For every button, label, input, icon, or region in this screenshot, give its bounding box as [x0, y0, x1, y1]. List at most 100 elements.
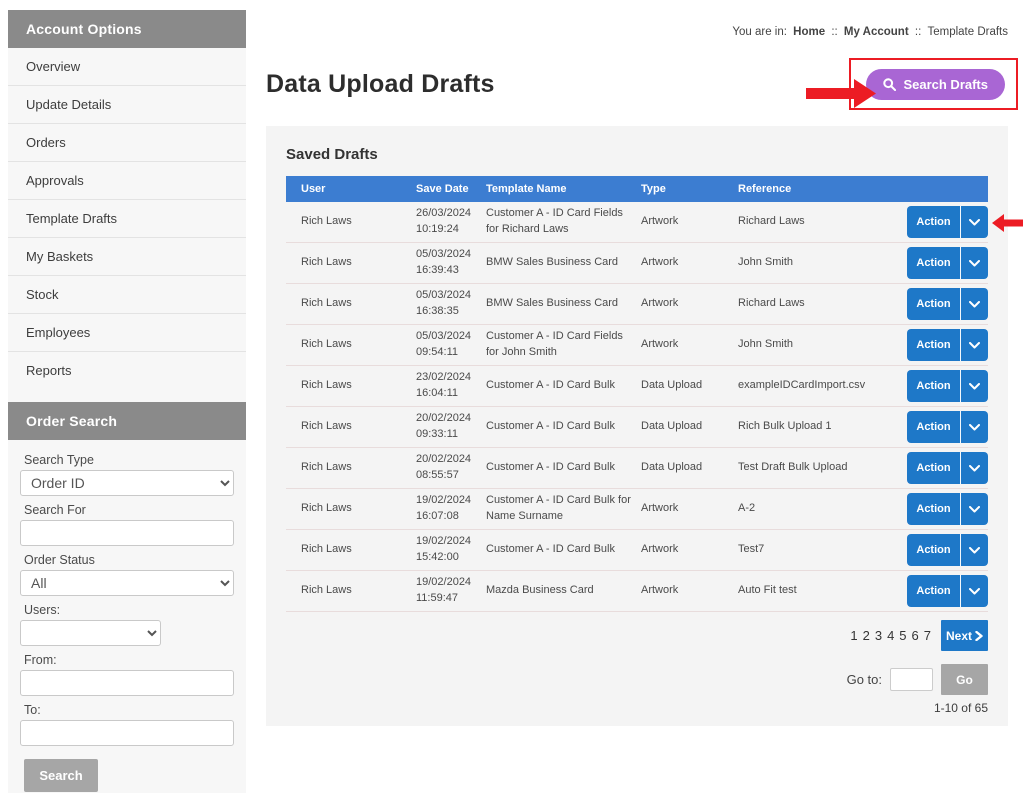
col-header-type: Type — [641, 183, 738, 195]
cell-user: Rich Laws — [286, 419, 416, 435]
breadcrumb-prefix: You are in: — [732, 26, 787, 38]
cell-reference: Richard Laws — [738, 214, 907, 230]
page-number-7[interactable]: 7 — [924, 628, 931, 643]
search-drafts-button[interactable]: Search Drafts — [866, 69, 1005, 100]
to-input[interactable] — [20, 720, 234, 746]
action-dropdown-toggle[interactable] — [961, 370, 988, 402]
page-number-3[interactable]: 3 — [875, 628, 882, 643]
users-select[interactable] — [20, 620, 161, 646]
go-button[interactable]: Go — [941, 664, 988, 695]
cell-save-date: 19/02/2024 15:42:00 — [416, 534, 486, 566]
sidebar-item-stock[interactable]: Stock — [8, 276, 246, 314]
cell-save-date: 20/02/2024 08:55:57 — [416, 452, 486, 484]
cell-type: Artwork — [641, 542, 738, 558]
account-options-header: Account Options — [8, 10, 246, 48]
action-button[interactable]: Action — [907, 247, 961, 279]
from-label: From: — [24, 653, 234, 667]
search-icon — [883, 78, 896, 91]
action-dropdown-toggle[interactable] — [961, 493, 988, 525]
action-dropdown-toggle[interactable] — [961, 288, 988, 320]
chevron-down-icon — [969, 465, 980, 472]
action-split-button: Action — [907, 493, 988, 525]
cell-actions: Action — [907, 370, 988, 402]
sidebar-item-update-details[interactable]: Update Details — [8, 86, 246, 124]
page-numbers: 1234567 — [850, 628, 931, 643]
order-search-button[interactable]: Search — [24, 759, 98, 792]
action-dropdown-toggle[interactable] — [961, 247, 988, 279]
action-dropdown-toggle[interactable] — [961, 534, 988, 566]
cell-template-name: Customer A - ID Card Bulk — [486, 460, 641, 476]
next-page-button[interactable]: Next — [941, 620, 988, 651]
cell-user: Rich Laws — [286, 337, 416, 353]
page-number-4[interactable]: 4 — [887, 628, 894, 643]
table-row: Rich Laws 05/03/2024 16:39:43 BMW Sales … — [286, 243, 988, 284]
cell-actions: Action — [907, 247, 988, 279]
action-button[interactable]: Action — [907, 452, 961, 484]
cell-save-date: 20/02/2024 09:33:11 — [416, 411, 486, 443]
cell-save-date: 26/03/2024 10:19:24 — [416, 206, 486, 238]
order-status-select[interactable]: All — [20, 570, 234, 596]
goto-page-input[interactable] — [890, 668, 933, 691]
page-number-6[interactable]: 6 — [912, 628, 919, 643]
search-for-input[interactable] — [20, 520, 234, 546]
sidebar-item-template-drafts[interactable]: Template Drafts — [8, 200, 246, 238]
action-button[interactable]: Action — [907, 575, 961, 607]
col-header-template-name: Template Name — [486, 183, 641, 195]
cell-actions: Action — [907, 288, 988, 320]
search-type-label: Search Type — [24, 453, 234, 467]
saved-drafts-card: Saved Drafts User Save Date Template Nam… — [266, 126, 1008, 726]
cell-save-date: 05/03/2024 16:39:43 — [416, 247, 486, 279]
action-dropdown-toggle[interactable] — [961, 452, 988, 484]
breadcrumb-separator: :: — [915, 26, 921, 38]
action-dropdown-toggle[interactable] — [961, 206, 988, 238]
sidebar-item-overview[interactable]: Overview — [8, 48, 246, 86]
page-title: Data Upload Drafts — [266, 70, 495, 99]
action-dropdown-toggle[interactable] — [961, 329, 988, 361]
cell-save-date: 05/03/2024 09:54:11 — [416, 329, 486, 361]
page-number-2[interactable]: 2 — [863, 628, 870, 643]
table-row: Rich Laws 26/03/2024 10:19:24 Customer A… — [286, 202, 988, 243]
cell-save-date: 05/03/2024 16:38:35 — [416, 288, 486, 320]
action-button[interactable]: Action — [907, 288, 961, 320]
sidebar-item-employees[interactable]: Employees — [8, 314, 246, 352]
search-type-select[interactable]: Order ID — [20, 470, 234, 496]
action-button[interactable]: Action — [907, 534, 961, 566]
action-button[interactable]: Action — [907, 493, 961, 525]
cell-type: Artwork — [641, 255, 738, 271]
action-dropdown-toggle[interactable] — [961, 575, 988, 607]
page-number-5[interactable]: 5 — [899, 628, 906, 643]
action-dropdown-toggle[interactable] — [961, 411, 988, 443]
sidebar-item-my-baskets[interactable]: My Baskets — [8, 238, 246, 276]
chevron-down-icon — [969, 506, 980, 513]
action-split-button: Action — [907, 411, 988, 443]
cell-actions: Action — [907, 329, 988, 361]
search-for-label: Search For — [24, 503, 234, 517]
from-input[interactable] — [20, 670, 234, 696]
order-status-label: Order Status — [24, 553, 234, 567]
breadcrumb-home-link[interactable]: Home — [793, 26, 825, 38]
page: Account Options OverviewUpdate DetailsOr… — [0, 0, 1024, 793]
cell-template-name: Customer A - ID Card Bulk — [486, 542, 641, 558]
sidebar-item-reports[interactable]: Reports — [8, 352, 246, 390]
cell-user: Rich Laws — [286, 296, 416, 312]
cell-reference: Rich Bulk Upload 1 — [738, 419, 907, 435]
action-split-button: Action — [907, 329, 988, 361]
table-row: Rich Laws 19/02/2024 11:59:47 Mazda Busi… — [286, 571, 988, 612]
cell-reference: Test7 — [738, 542, 907, 558]
action-button[interactable]: Action — [907, 329, 961, 361]
sidebar-item-approvals[interactable]: Approvals — [8, 162, 246, 200]
sidebar-item-orders[interactable]: Orders — [8, 124, 246, 162]
table-row: Rich Laws 05/03/2024 16:38:35 BMW Sales … — [286, 284, 988, 325]
action-button[interactable]: Action — [907, 206, 961, 238]
order-search-form: Search Type Order ID Search For Order St… — [8, 440, 246, 792]
breadcrumb-my-account-link[interactable]: My Account — [844, 26, 909, 38]
action-split-button: Action — [907, 206, 988, 238]
next-label: Next — [946, 629, 972, 643]
chevron-down-icon — [969, 301, 980, 308]
cell-template-name: Customer A - ID Card Fields for Richard … — [486, 206, 641, 238]
action-split-button: Action — [907, 452, 988, 484]
action-button[interactable]: Action — [907, 370, 961, 402]
action-split-button: Action — [907, 288, 988, 320]
action-button[interactable]: Action — [907, 411, 961, 443]
page-number-1[interactable]: 1 — [850, 628, 857, 643]
